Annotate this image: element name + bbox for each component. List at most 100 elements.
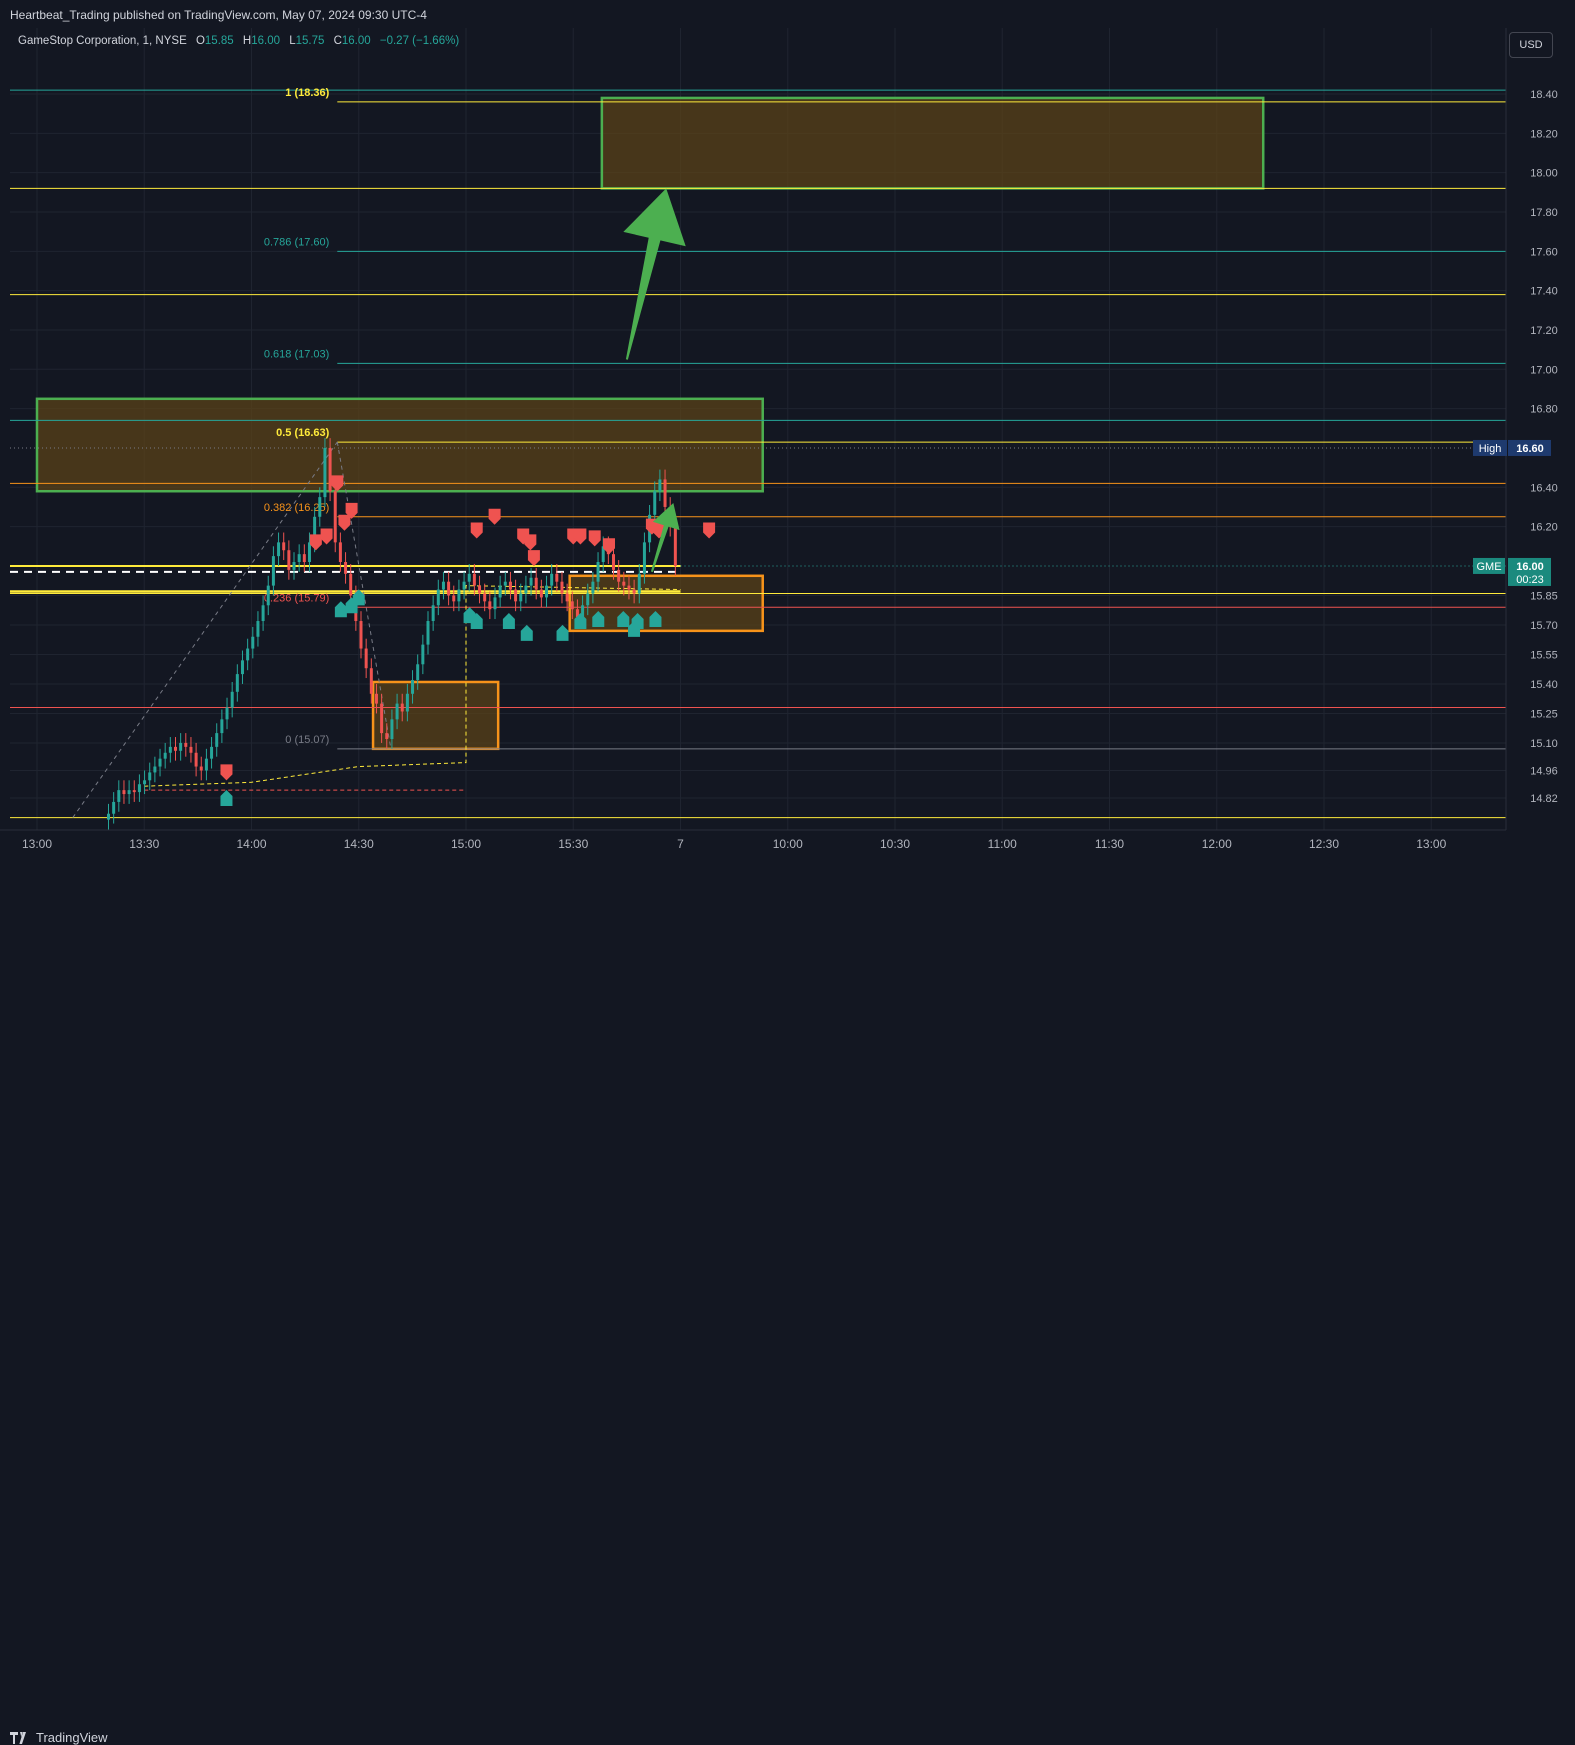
candle-body bbox=[503, 581, 507, 586]
close-value: 16.00 bbox=[341, 35, 371, 47]
candle-body bbox=[225, 707, 229, 720]
candle-body bbox=[369, 668, 373, 694]
fib-label-1: 0.786 (17.60) bbox=[264, 236, 329, 248]
price-tick: 15.85 bbox=[1530, 590, 1558, 602]
sell-marker bbox=[320, 528, 333, 545]
price-tick: 16.40 bbox=[1530, 482, 1558, 494]
buy-marker bbox=[556, 624, 569, 641]
tradingview-brand: TradingView bbox=[36, 1730, 108, 1745]
price-tick: 15.10 bbox=[1530, 738, 1558, 750]
price-tick: 18.00 bbox=[1530, 168, 1558, 180]
candle-body bbox=[117, 790, 121, 802]
candle-body bbox=[307, 542, 311, 563]
price-tick: 15.70 bbox=[1530, 620, 1558, 632]
candle-body bbox=[457, 589, 461, 602]
candle-body bbox=[173, 746, 177, 751]
candle-body bbox=[364, 648, 368, 669]
candle-body bbox=[545, 585, 549, 598]
candle-body bbox=[204, 758, 208, 771]
price-tick: 16.20 bbox=[1530, 522, 1558, 534]
candle-body bbox=[271, 556, 275, 586]
candle-body bbox=[163, 752, 167, 759]
tradingview-logo[interactable]: TradingView bbox=[10, 1730, 108, 1745]
candle-body bbox=[318, 497, 322, 517]
candle-body bbox=[447, 581, 451, 596]
candle-body bbox=[168, 746, 172, 753]
candle-body bbox=[199, 766, 203, 771]
symbol-name[interactable]: GameStop Corporation, 1, NYSE bbox=[18, 35, 187, 47]
high-value: 16.60 bbox=[1516, 443, 1544, 455]
change-value: −0.27 (−1.66%) bbox=[379, 35, 460, 47]
price-tick: 17.80 bbox=[1530, 207, 1558, 219]
candle-body bbox=[380, 703, 384, 734]
candle-body bbox=[560, 581, 564, 594]
time-tick: 13:30 bbox=[129, 837, 159, 851]
candle-body bbox=[519, 593, 523, 602]
candle-body bbox=[210, 746, 214, 759]
candle-body bbox=[230, 691, 234, 708]
candle-body bbox=[256, 621, 260, 637]
candle-body bbox=[235, 674, 239, 692]
candle-body bbox=[179, 742, 183, 751]
sell-marker bbox=[309, 534, 322, 551]
candle-body bbox=[261, 605, 265, 622]
candle-body bbox=[550, 573, 554, 586]
candle-body bbox=[359, 621, 363, 649]
candle-body bbox=[452, 595, 456, 602]
fib-label-0: 1 (18.36) bbox=[285, 87, 329, 99]
fib-label-6: 0 (15.07) bbox=[285, 734, 329, 746]
price-tick: 17.60 bbox=[1530, 246, 1558, 258]
chart-pane[interactable]: 1 (18.36) 0.786 (17.60) 0.618 (17.03) 0.5 (… bbox=[10, 28, 1506, 830]
sell-marker bbox=[524, 534, 537, 551]
candle-body bbox=[596, 562, 600, 582]
low-value: 15.75 bbox=[295, 35, 325, 47]
fib-label-2: 0.618 (17.03) bbox=[264, 348, 329, 360]
time-axis bbox=[0, 830, 1506, 862]
price-tick: 14.96 bbox=[1530, 765, 1558, 777]
time-tick: 12:00 bbox=[1202, 837, 1232, 851]
candle-body bbox=[220, 719, 224, 734]
time-tick: 11:30 bbox=[1095, 837, 1124, 851]
time-tick: 15:00 bbox=[451, 837, 481, 851]
candle-body bbox=[591, 581, 595, 594]
candle-body bbox=[287, 550, 291, 570]
candle-body bbox=[333, 491, 337, 543]
candle-body bbox=[215, 733, 219, 747]
candle-body bbox=[436, 589, 440, 606]
candle-body bbox=[251, 636, 255, 649]
price-tick: 18.40 bbox=[1530, 89, 1558, 101]
price-axis bbox=[1506, 28, 1575, 862]
candle-body bbox=[338, 542, 342, 563]
buy-marker bbox=[334, 601, 347, 618]
candle-body bbox=[498, 585, 502, 598]
sell-marker bbox=[588, 530, 601, 547]
candle-body bbox=[493, 597, 497, 610]
candle-body bbox=[297, 554, 301, 563]
high-value-box bbox=[1508, 439, 1551, 456]
chart-canvas[interactable]: 1 (18.36) 0.786 (17.60) 0.618 (17.03) 0.5 (… bbox=[10, 28, 1506, 830]
close-label: C bbox=[333, 35, 342, 47]
candle-body bbox=[529, 577, 533, 586]
candle-body bbox=[483, 593, 487, 602]
price-tick: 17.00 bbox=[1530, 364, 1558, 376]
candle-body bbox=[390, 719, 394, 740]
candle-body bbox=[349, 573, 353, 596]
buy-marker bbox=[502, 613, 515, 630]
candle-body bbox=[416, 664, 420, 681]
candle-body bbox=[642, 542, 646, 574]
sell-marker bbox=[338, 514, 351, 531]
top-bar: Heartbeat_Trading published on TradingVi… bbox=[0, 0, 1575, 28]
time-tick: 7 bbox=[677, 837, 684, 851]
buy-marker bbox=[520, 624, 533, 641]
currency-button[interactable]: USD bbox=[1509, 32, 1553, 58]
candle-body bbox=[158, 758, 162, 767]
candle-body bbox=[612, 554, 616, 570]
candle-body bbox=[132, 790, 136, 793]
time-tick: 12:30 bbox=[1309, 837, 1339, 851]
last-price-box bbox=[1508, 557, 1551, 586]
candle-body bbox=[240, 660, 244, 675]
candle-body bbox=[488, 601, 492, 610]
candle-body bbox=[441, 581, 445, 590]
candle-body bbox=[137, 784, 141, 793]
candle-body bbox=[653, 491, 657, 515]
